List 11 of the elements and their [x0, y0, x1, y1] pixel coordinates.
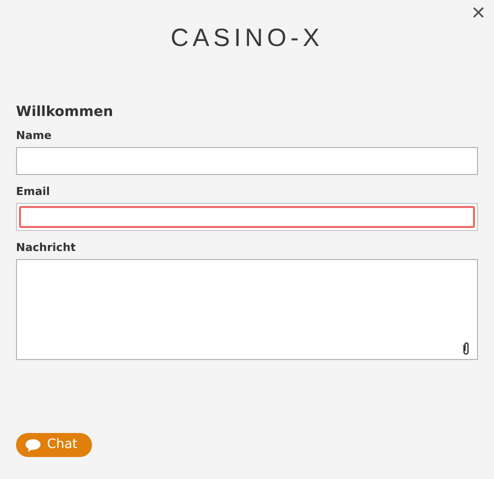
logo: CASINO-X — [170, 23, 324, 54]
paperclip-icon[interactable] — [462, 342, 470, 355]
email-field[interactable] — [16, 203, 478, 231]
speech-bubble-icon — [25, 438, 41, 452]
field-label: Email — [16, 185, 51, 199]
form-title: Willkommen — [16, 103, 114, 121]
close-button[interactable]: ✕ — [466, 1, 490, 27]
field-label: Nachricht — [16, 241, 77, 255]
message-field[interactable] — [16, 259, 478, 360]
name-field[interactable] — [16, 147, 478, 175]
field-label: Name — [16, 129, 53, 143]
